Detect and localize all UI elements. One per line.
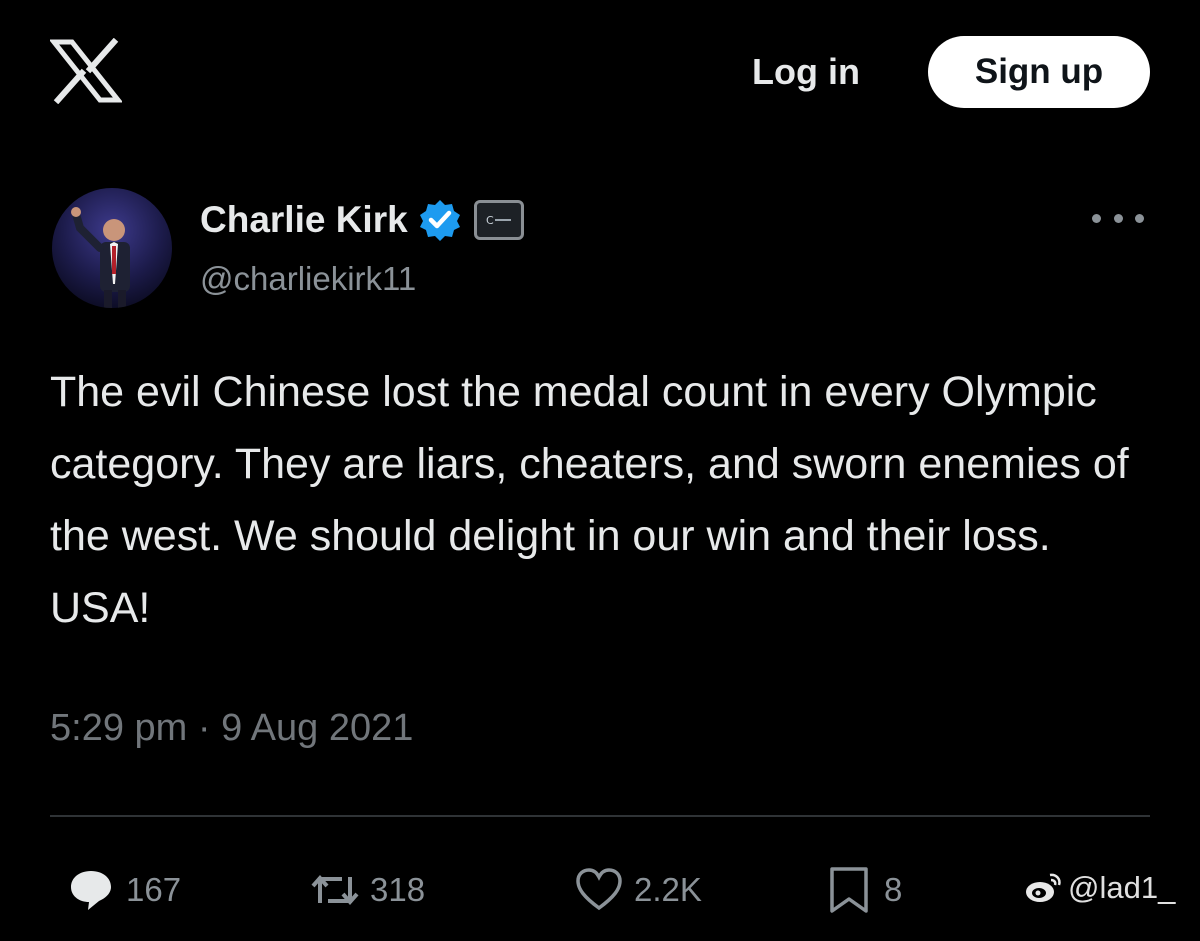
verified-badge-icon xyxy=(419,200,460,241)
bookmark-icon xyxy=(830,867,868,913)
tweet-actions: 167 318 2.2K 8 xyxy=(0,850,1200,930)
log-in-button[interactable]: Log in xyxy=(726,42,886,102)
more-dot xyxy=(1135,213,1144,223)
repost-button[interactable]: 318 xyxy=(310,862,425,918)
top-bar: Log in Sign up xyxy=(0,0,1200,150)
watermark-text: @lad1_ xyxy=(1068,870,1176,905)
reply-button[interactable]: 167 xyxy=(66,862,181,918)
divider xyxy=(50,815,1150,817)
sign-up-button[interactable]: Sign up xyxy=(928,36,1150,108)
affiliation-badge-icon[interactable]: C xyxy=(473,200,524,240)
weibo-icon xyxy=(1026,873,1061,902)
svg-text:C: C xyxy=(486,214,494,227)
tweet-timestamp[interactable]: 5:29 pm · 9 Aug 2021 xyxy=(50,707,413,750)
tweet-text: The evil Chinese lost the medal count in… xyxy=(50,368,1129,632)
reply-count: 167 xyxy=(126,871,182,908)
reply-icon xyxy=(71,871,111,910)
heart-icon xyxy=(576,868,622,911)
x-logo-icon[interactable] xyxy=(50,38,122,104)
like-count: 2.2K xyxy=(634,871,702,908)
weibo-watermark: @lad1_ xyxy=(1024,868,1175,908)
more-dot xyxy=(1092,213,1101,223)
bookmark-button[interactable]: 8 xyxy=(824,862,902,918)
author-name[interactable]: Charlie Kirk xyxy=(200,199,408,241)
author-row: Charlie Kirk C xyxy=(200,194,524,246)
like-button[interactable]: 2.2K xyxy=(574,862,702,918)
more-options-icon[interactable] xyxy=(1092,204,1144,232)
more-dot xyxy=(1113,213,1123,223)
bookmark-count: 8 xyxy=(884,871,903,908)
repost-icon xyxy=(311,874,359,906)
author-handle[interactable]: @charliekirk11 xyxy=(200,260,416,298)
repost-count: 318 xyxy=(370,871,426,908)
avatar[interactable] xyxy=(52,188,172,308)
